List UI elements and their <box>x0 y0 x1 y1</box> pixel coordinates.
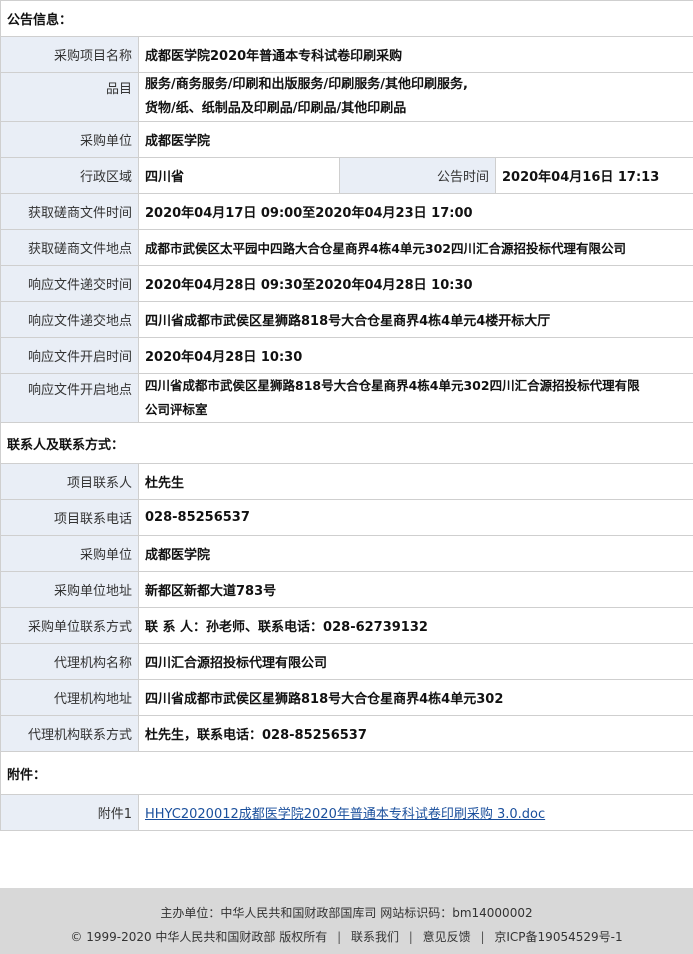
contact-label: 采购单位联系方式 <box>0 607 139 644</box>
row-open-place: 响应文件开启地点 四川省成都市武侯区星狮路818号大合仓星商界4栋4单元302四… <box>0 373 693 423</box>
attachment-download-link[interactable]: HHYC2020012成都医学院2020年普通本专科试卷印刷采购 3.0.doc <box>145 807 545 822</box>
footer-separator: | <box>337 930 342 944</box>
contact-label: 项目联系电话 <box>0 499 139 536</box>
footer-contact-us-link[interactable]: 联系我们 <box>351 930 399 944</box>
value-announce-time: 2020年04月16日 17:13 <box>494 157 693 194</box>
label-get-doc-place: 获取磋商文件地点 <box>0 229 139 266</box>
section-row-contacts: 联系人及联系方式： <box>0 422 693 464</box>
section-title-attachments: 附件： <box>0 751 693 795</box>
footer-separator: | <box>480 930 485 944</box>
site-footer: 主办单位：中华人民共和国财政部国库司 网站标识码：bm14000002 © 19… <box>0 888 693 954</box>
section-row-announcement: 公告信息： <box>0 0 693 37</box>
footer-sponsor-line: 主办单位：中华人民共和国财政部国库司 网站标识码：bm14000002 <box>160 906 533 920</box>
contact-row: 采购单位地址 新都区新都大道783号 <box>0 571 693 608</box>
row-project-name: 采购项目名称 成都医学院2020年普通本专科试卷印刷采购 <box>0 36 693 73</box>
contact-value: 成都医学院 <box>137 535 693 572</box>
announcement-table: 公告信息： 采购项目名称 成都医学院2020年普通本专科试卷印刷采购 品目 服务… <box>0 0 693 831</box>
contact-row: 代理机构名称 四川汇合源招投标代理有限公司 <box>0 643 693 680</box>
value-get-doc-time: 2020年04月17日 09:00至2020年04月23日 17:00 <box>137 193 693 230</box>
contact-row: 采购单位联系方式 联 系 人：孙老师、联系电话：028-62739132 <box>0 607 693 644</box>
contact-label: 代理机构名称 <box>0 643 139 680</box>
footer-copyright: © 1999-2020 中华人民共和国财政部 版权所有 <box>70 930 328 944</box>
label-announce-time: 公告时间 <box>339 157 496 194</box>
row-submit-place: 响应文件递交地点 四川省成都市武侯区星狮路818号大合仓星商界4栋4单元4楼开标… <box>0 301 693 338</box>
section-title-announcement: 公告信息： <box>0 0 693 37</box>
contact-label: 采购单位 <box>0 535 139 572</box>
value-category: 服务/商务服务/印刷和出版服务/印刷服务/其他印刷服务, 货物/纸、纸制品及印刷… <box>137 72 693 122</box>
row-get-doc-time: 获取磋商文件时间 2020年04月17日 09:00至2020年04月23日 1… <box>0 193 693 230</box>
open-place-line-2: 公司评标室 <box>145 402 208 417</box>
value-purchaser: 成都医学院 <box>137 121 693 158</box>
label-submit-place: 响应文件递交地点 <box>0 301 139 338</box>
value-submit-time: 2020年04月28日 09:30至2020年04月28日 10:30 <box>137 265 693 302</box>
contact-label: 代理机构联系方式 <box>0 715 139 752</box>
row-purchaser: 采购单位 成都医学院 <box>0 121 693 158</box>
contact-value: 028-85256537 <box>137 499 693 536</box>
category-line-1: 服务/商务服务/印刷和出版服务/印刷服务/其他印刷服务, <box>145 77 468 92</box>
contact-row: 代理机构联系方式 杜先生，联系电话：028-85256537 <box>0 715 693 752</box>
contact-value: 联 系 人：孙老师、联系电话：028-62739132 <box>137 607 693 644</box>
footer-links-line: © 1999-2020 中华人民共和国财政部 版权所有 | 联系我们 | 意见反… <box>0 928 693 945</box>
row-get-doc-place: 获取磋商文件地点 成都市武侯区太平园中四路大合仓星商界4栋4单元302四川汇合源… <box>0 229 693 266</box>
contact-value: 四川汇合源招投标代理有限公司 <box>137 643 693 680</box>
footer-icp-link[interactable]: 京ICP备19054529号-1 <box>494 930 622 944</box>
value-project-name: 成都医学院2020年普通本专科试卷印刷采购 <box>137 36 693 73</box>
contact-row: 采购单位 成都医学院 <box>0 535 693 572</box>
value-submit-place: 四川省成都市武侯区星狮路818号大合仓星商界4栋4单元4楼开标大厅 <box>137 301 693 338</box>
contact-label: 项目联系人 <box>0 463 139 500</box>
row-category: 品目 服务/商务服务/印刷和出版服务/印刷服务/其他印刷服务, 货物/纸、纸制品… <box>0 72 693 122</box>
label-get-doc-time: 获取磋商文件时间 <box>0 193 139 230</box>
open-place-line-1: 四川省成都市武侯区星狮路818号大合仓星商界4栋4单元302四川汇合源招投标代理… <box>145 378 640 393</box>
value-get-doc-place: 成都市武侯区太平园中四路大合仓星商界4栋4单元302四川汇合源招投标代理有限公司 <box>137 229 693 266</box>
row-submit-time: 响应文件递交时间 2020年04月28日 09:30至2020年04月28日 1… <box>0 265 693 302</box>
contact-value: 四川省成都市武侯区星狮路818号大合仓星商界4栋4单元302 <box>137 679 693 716</box>
category-line-2: 货物/纸、纸制品及印刷品/印刷品/其他印刷品 <box>145 101 407 116</box>
footer-separator: | <box>408 930 413 944</box>
section-row-attachments: 附件： <box>0 751 693 795</box>
announcement-detail: 公告信息： 采购项目名称 成都医学院2020年普通本专科试卷印刷采购 品目 服务… <box>0 0 693 831</box>
contact-value: 杜先生，联系电话：028-85256537 <box>137 715 693 752</box>
section-title-contacts: 联系人及联系方式： <box>0 422 693 464</box>
label-attachment: 附件1 <box>0 794 139 831</box>
contact-value: 杜先生 <box>137 463 693 500</box>
label-project-name: 采购项目名称 <box>0 36 139 73</box>
label-submit-time: 响应文件递交时间 <box>0 265 139 302</box>
label-region: 行政区域 <box>0 157 139 194</box>
value-open-place: 四川省成都市武侯区星狮路818号大合仓星商界4栋4单元302四川汇合源招投标代理… <box>137 373 693 423</box>
contact-row: 项目联系人 杜先生 <box>0 463 693 500</box>
contact-row: 代理机构地址 四川省成都市武侯区星狮路818号大合仓星商界4栋4单元302 <box>0 679 693 716</box>
contact-value: 新都区新都大道783号 <box>137 571 693 608</box>
row-open-time: 响应文件开启时间 2020年04月28日 10:30 <box>0 337 693 374</box>
contact-label: 采购单位地址 <box>0 571 139 608</box>
footer-feedback-link[interactable]: 意见反馈 <box>423 930 471 944</box>
row-attachment: 附件1 HHYC2020012成都医学院2020年普通本专科试卷印刷采购 3.0… <box>0 794 693 831</box>
value-open-time: 2020年04月28日 10:30 <box>137 337 693 374</box>
value-attachment: HHYC2020012成都医学院2020年普通本专科试卷印刷采购 3.0.doc <box>137 794 693 831</box>
label-category: 品目 <box>0 72 139 122</box>
value-region: 四川省 <box>138 157 340 194</box>
contact-row: 项目联系电话 028-85256537 <box>0 499 693 536</box>
row-region: 行政区域 四川省 公告时间 2020年04月16日 17:13 <box>0 157 693 194</box>
label-open-place: 响应文件开启地点 <box>0 373 139 423</box>
contact-label: 代理机构地址 <box>0 679 139 716</box>
label-purchaser: 采购单位 <box>0 121 139 158</box>
label-open-time: 响应文件开启时间 <box>0 337 139 374</box>
